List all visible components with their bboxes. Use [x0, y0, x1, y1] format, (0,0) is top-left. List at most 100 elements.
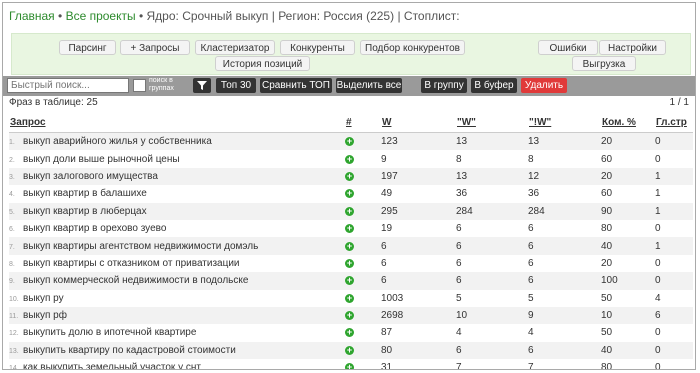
to-buffer-button[interactable]: В буфер: [471, 78, 517, 93]
table-row[interactable]: 11. выкуп рф +2698 10 9 10 6: [9, 306, 693, 325]
w-cell: 87: [381, 327, 393, 339]
add-cell: +: [345, 150, 381, 167]
column-header-quoted-w[interactable]: "W": [456, 113, 528, 133]
errors-button[interactable]: Ошибки: [538, 40, 598, 55]
main-page-cell: 0: [655, 153, 661, 165]
row-number: 12.: [9, 330, 19, 338]
w-cell: 2698: [381, 306, 456, 325]
column-header-w[interactable]: W: [381, 113, 456, 133]
clusterizer-button[interactable]: Кластеризатор: [195, 40, 275, 55]
add-plus-icon[interactable]: +: [345, 311, 354, 321]
column-header-hash[interactable]: #: [345, 113, 381, 133]
query-text: выкуп залогового имущества: [23, 170, 158, 182]
add-plus-icon[interactable]: +: [345, 224, 354, 234]
table-row[interactable]: 7. выкуп квартиры агентством недвижимости…: [9, 237, 693, 255]
delete-button[interactable]: Удалить: [521, 78, 567, 93]
table-row[interactable]: 6. выкуп квартир в орехово зуево +19 6 6 80 0: [9, 220, 693, 237]
keywords-table: Запрос # W "W" "!W" Ком. % Гл.стр 1. выку…: [9, 113, 693, 370]
main-page-cell: 0: [655, 257, 661, 269]
add-plus-icon[interactable]: +: [345, 363, 354, 369]
competitors-button[interactable]: Конкуренты: [280, 40, 355, 55]
w-cell: 31: [381, 362, 393, 370]
phrase-count: Фраз в таблице: 25: [9, 97, 98, 108]
add-plus-icon[interactable]: +: [345, 345, 354, 355]
exact-w-cell: 6: [528, 237, 601, 255]
add-cell: +: [345, 359, 381, 369]
filter-button[interactable]: [193, 78, 211, 93]
query-cell: 11. выкуп рф: [9, 306, 345, 325]
add-cell: +: [345, 341, 381, 360]
w-cell: 80: [381, 341, 456, 360]
column-header-query[interactable]: Запрос: [9, 113, 345, 133]
table-row[interactable]: 9. выкуп коммерческой недвижимости в подо…: [9, 272, 693, 290]
select-all-button[interactable]: Выделить все: [336, 78, 402, 93]
quick-search-input[interactable]: [7, 78, 129, 93]
to-group-button[interactable]: В группу: [421, 78, 467, 93]
table-row[interactable]: 5. выкуп квартир в люберцах +295 284 284 90 1: [9, 202, 693, 220]
table-row[interactable]: 3. выкуп залогового имущества +197 13 12 20 1: [9, 167, 693, 186]
table-row[interactable]: 10. выкуп ру +1003 5 5 50 4: [9, 290, 693, 307]
query-text: выкупить долю в ипотечной квартире: [23, 327, 197, 339]
exact-w-cell: 36: [528, 188, 540, 200]
main-toolbar: Парсинг + Запросы Кластеризатор Конкурен…: [11, 33, 691, 75]
add-cell: +: [345, 220, 381, 237]
commercial-cell: 20: [601, 167, 655, 186]
commercial-cell: 40: [601, 341, 655, 360]
quoted-w-cell: 6: [456, 272, 528, 290]
settings-button[interactable]: Настройки: [599, 40, 666, 55]
position-history-button[interactable]: История позиций: [215, 56, 310, 71]
breadcrumb-projects-link[interactable]: Все проекты: [66, 9, 136, 23]
group-search-checkbox[interactable]: [133, 79, 146, 92]
w-cell: 197: [381, 167, 456, 186]
breadcrumb-home-link[interactable]: Главная: [9, 9, 55, 23]
add-cell: +: [345, 167, 381, 186]
top30-button[interactable]: Топ 30: [216, 78, 256, 93]
main-page-cell: 0: [655, 132, 693, 151]
export-button[interactable]: Выгрузка: [572, 56, 636, 71]
quoted-w-cell: 8: [456, 153, 462, 165]
add-plus-icon[interactable]: +: [345, 206, 354, 216]
add-plus-icon[interactable]: +: [345, 276, 354, 286]
column-header-main-page[interactable]: Гл.стр: [655, 113, 693, 133]
breadcrumb-divider: |: [397, 9, 401, 23]
query-cell: 14. как выкупить земельный участок у снт: [9, 359, 345, 369]
table-row[interactable]: 2. выкуп доли выше рыночной цены +9 8 8 60 0: [9, 150, 693, 167]
filter-bar: поиск в группах Топ 30 Сравнить ТОП Выде…: [3, 76, 695, 96]
parsing-button[interactable]: Парсинг: [59, 40, 116, 55]
add-plus-icon[interactable]: +: [345, 293, 354, 303]
add-plus-icon[interactable]: +: [345, 328, 354, 338]
table-row[interactable]: 8. выкуп квартиры с отказником от привати…: [9, 255, 693, 272]
add-plus-icon[interactable]: +: [345, 258, 354, 268]
query-text: выкуп рф: [23, 310, 67, 322]
column-header-commercial[interactable]: Ком. %: [601, 113, 655, 133]
table-row[interactable]: 14. как выкупить земельный участок у снт +…: [9, 359, 693, 370]
table-row[interactable]: 12. выкупить долю в ипотечной квартире +87…: [9, 324, 693, 341]
breadcrumb: Главная • Все проекты • Ядро: Срочный вы…: [9, 9, 460, 23]
add-cell: +: [345, 290, 381, 307]
table-row[interactable]: 13. выкупить квартиру по кадастровой стои…: [9, 341, 693, 360]
add-plus-icon[interactable]: +: [345, 137, 354, 147]
add-plus-icon[interactable]: +: [345, 189, 354, 199]
competitor-selection-button[interactable]: Подбор конкурентов: [360, 40, 465, 55]
add-cell: +: [345, 324, 381, 341]
commercial-cell: 80: [601, 362, 613, 370]
table-row[interactable]: 1. выкуп аварийного жилья у собственника +…: [9, 132, 693, 151]
w-cell: 19: [381, 223, 393, 235]
add-queries-button[interactable]: + Запросы: [120, 40, 190, 55]
exact-w-cell: 6: [528, 341, 601, 360]
query-text: выкуп квартир в люберцах: [23, 205, 147, 217]
query-text: выкуп коммерческой недвижимости в подоль…: [23, 275, 249, 287]
funnel-icon: [197, 81, 207, 90]
table-row[interactable]: 4. выкуп квартир в балашихе +49 36 36 60 1: [9, 185, 693, 202]
add-plus-icon[interactable]: +: [345, 241, 354, 251]
column-header-exact-w[interactable]: "!W": [528, 113, 601, 133]
row-number: 1.: [9, 139, 15, 147]
add-plus-icon[interactable]: +: [345, 171, 354, 181]
query-text: выкуп ру: [23, 292, 64, 304]
quoted-w-cell: 5: [456, 292, 462, 304]
compare-top-button[interactable]: Сравнить ТОП: [260, 78, 332, 93]
add-cell: +: [345, 185, 381, 202]
row-number: 2.: [9, 156, 15, 164]
query-cell: 12. выкупить долю в ипотечной квартире: [9, 324, 345, 341]
add-plus-icon[interactable]: +: [345, 154, 354, 164]
